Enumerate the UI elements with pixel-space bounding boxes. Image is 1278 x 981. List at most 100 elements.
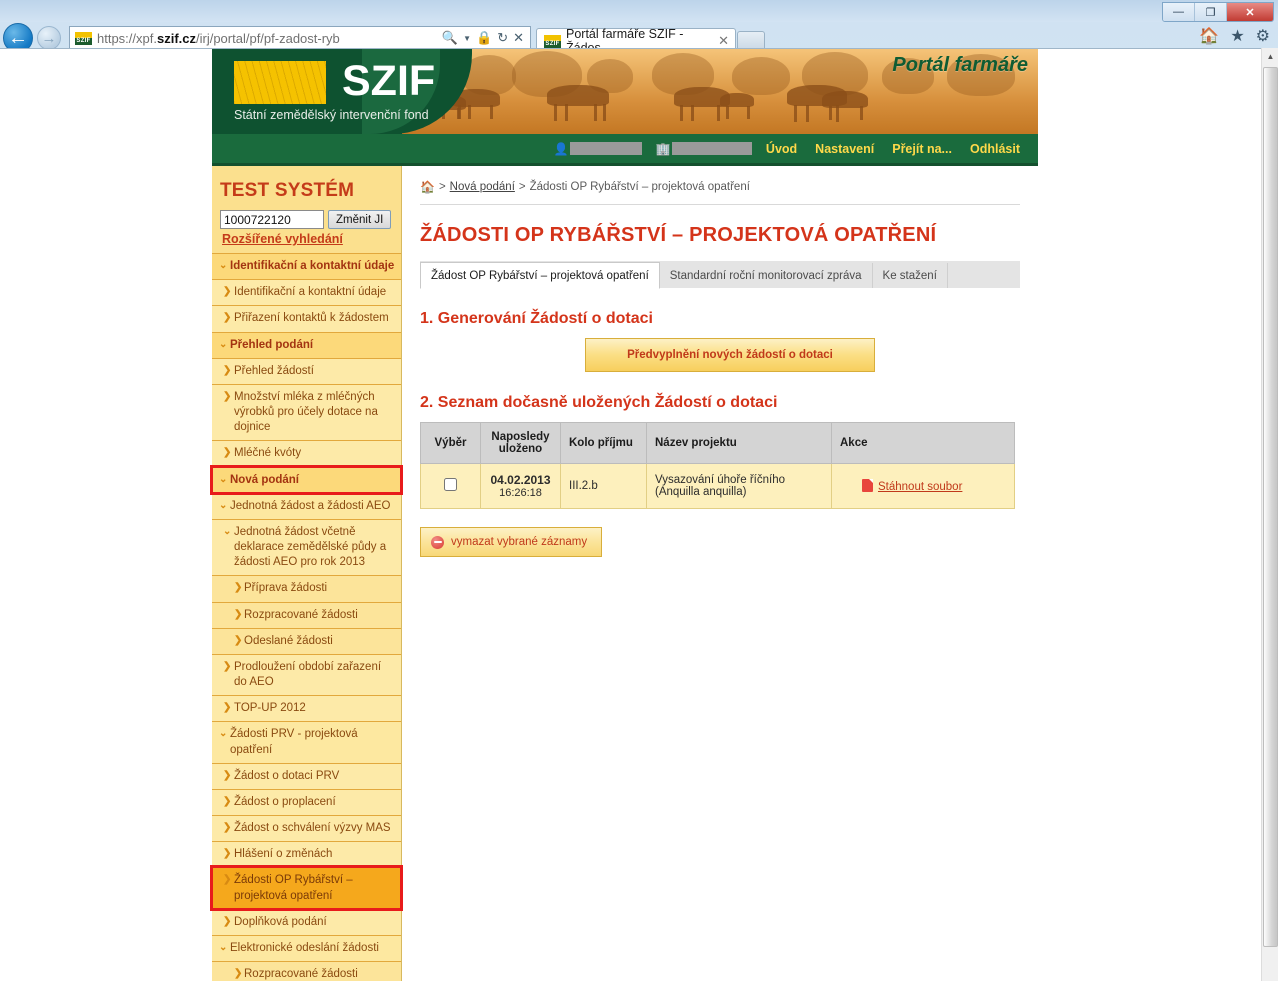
chevron-right-icon: ❯ [223, 312, 232, 324]
chevron-right-icon: ❯ [223, 769, 232, 781]
row-select-checkbox[interactable] [444, 478, 457, 491]
chevron-down-icon: ⌄ [219, 941, 228, 953]
close-button[interactable]: ✕ [1227, 3, 1273, 21]
forward-icon[interactable]: → [37, 26, 61, 50]
advanced-search-link[interactable]: Rozšířené vyhledání [212, 229, 401, 253]
sidebar-item-17[interactable]: ❯ Žádost o proplacení [212, 788, 401, 816]
gear-icon[interactable]: ⚙ [1256, 26, 1270, 46]
saved-applications-table: Výběr Naposledy uloženo Kolo příjmu Náze… [420, 422, 1015, 509]
chevron-right-icon: ❯ [223, 915, 232, 927]
top-navigation-bar: 👤 🏢 Úvod Nastavení Přejít na... Odhlásit [212, 134, 1038, 166]
sidebar-item-0[interactable]: ⌄ Identifikační a kontaktní údaje [212, 253, 401, 280]
sidebar-item-label: Množství mléka z mléčných výrobků pro úč… [234, 390, 378, 434]
sidebar-item-label: Žádost o dotaci PRV [234, 769, 340, 782]
tab-monitorovaci-zprava[interactable]: Standardní roční monitorovací zpráva [659, 263, 873, 288]
address-bar[interactable]: SZIF https://xpf.szif.cz/irj/portal/pf/p… [69, 26, 531, 50]
chevron-right-icon: ❯ [223, 702, 232, 714]
cell-select [420, 463, 481, 509]
browser-command-bar: 🏠 ★ ⚙ [1199, 26, 1270, 46]
browser-window: — ❐ ✕ ← → SZIF https://xpf.szif.cz/irj/p… [0, 0, 1278, 981]
sidebar-item-15[interactable]: ⌄ Žádosti PRV - projektová opatření [212, 721, 401, 763]
delete-selected-button[interactable]: vymazat vybrané záznamy [420, 527, 603, 557]
maximize-button[interactable]: ❐ [1195, 3, 1227, 21]
tab-ke-stazeni[interactable]: Ke stažení [872, 263, 948, 288]
breadcrumb-link-parent[interactable]: Nová podání [450, 181, 515, 193]
ji-input[interactable] [220, 210, 324, 229]
sidebar-item-18[interactable]: ❯ Žádost o schválení výzvy MAS [212, 815, 401, 842]
nav-link-nastaveni[interactable]: Nastavení [815, 142, 874, 156]
sidebar-item-4[interactable]: ❯ Přehled žádostí [212, 357, 401, 384]
sidebar-item-label: Identifikační a kontaktní údaje [234, 286, 387, 299]
sidebar-item-5[interactable]: ❯ Množství mléka z mléčných výrobků pro ú… [212, 383, 401, 441]
chevron-right-icon: ❯ [234, 608, 243, 620]
page-viewport: SZIF Státní zemědělský intervenční fond … [0, 48, 1278, 981]
sidebar-item-9[interactable]: ⌄ Jednotná žádost včetně deklarace zemědě… [212, 518, 401, 576]
search-icon[interactable]: 🔍 [442, 30, 458, 46]
szif-logo[interactable]: SZIF Státní zemědělský intervenční fond [234, 57, 435, 122]
nav-link-uvod[interactable]: Úvod [766, 142, 797, 156]
sidebar-item-21[interactable]: ❯ Doplňková podání [212, 908, 401, 935]
sidebar-item-6[interactable]: ❯ Mléčné kvóty [212, 440, 401, 467]
sun-rays-icon [234, 61, 326, 104]
sidebar-item-13[interactable]: ❯ Prodloužení období zařazení do AEO [212, 653, 401, 696]
section-1-heading: 1. Generování Žádostí o dotaci [420, 310, 653, 327]
scrollbar-thumb[interactable] [1263, 67, 1278, 947]
cell-round: III.2.b [560, 463, 647, 509]
star-icon[interactable]: ★ [1230, 26, 1244, 46]
chevron-right-icon: ❯ [234, 582, 243, 594]
lock-icon[interactable]: 🔒 [476, 30, 492, 46]
sidebar-item-3[interactable]: ⌄ Přehled podání [212, 331, 401, 358]
refresh-icon[interactable]: ↻ [497, 30, 508, 46]
sidebar-item-12[interactable]: ❯ Odeslané žádosti [212, 627, 401, 654]
nav-link-prejit-na[interactable]: Přejít na... [892, 142, 952, 156]
nav-link-odhlasit[interactable]: Odhlásit [970, 142, 1020, 156]
chevron-right-icon: ❯ [223, 447, 232, 459]
minimize-button[interactable]: — [1163, 3, 1195, 21]
sidebar-item-20[interactable]: ❯ Žádosti OP Rybářství – projektová opatř… [210, 865, 403, 911]
sidebar-item-14[interactable]: ❯ TOP-UP 2012 [212, 695, 401, 722]
address-url[interactable]: https://xpf.szif.cz/irj/portal/pf/pf-zad… [97, 31, 442, 46]
download-file-link[interactable]: Stáhnout soubor [878, 481, 962, 493]
sidebar-item-10[interactable]: ❯ Příprava žádosti [212, 575, 401, 602]
tab-zadost-op-rybarstvi[interactable]: Žádost OP Rybářství – projektová opatřen… [420, 262, 660, 289]
chevron-right-icon: ❯ [223, 795, 232, 807]
chevron-right-icon: ❯ [223, 874, 232, 886]
company-name-redacted [671, 142, 752, 155]
breadcrumb-sep-1: > [438, 181, 446, 193]
breadcrumb: 🏠 > Nová podání > Žádosti OP Rybářství –… [420, 180, 1020, 205]
content-tabs: Žádost OP Rybářství – projektová opatřen… [420, 261, 1020, 289]
page-title: ŽÁDOSTI OP RYBÁŘSTVÍ – PROJEKTOVÁ OPATŘE… [420, 224, 937, 246]
home-icon[interactable]: 🏠 [1199, 26, 1219, 46]
sidebar-item-label: Přehled žádostí [234, 364, 314, 377]
page-body: TEST SYSTÉM Změnit JI Rozšířené vyhledán… [210, 166, 1038, 981]
cell-time: 16:26:18 [499, 487, 542, 499]
sidebar-item-16[interactable]: ❯ Žádost o dotaci PRV [212, 762, 401, 789]
address-bar-icons: 🔍 ▼ 🔒 ↻ ✕ [442, 30, 527, 46]
sidebar-item-label: Rozpracované žádosti [244, 608, 358, 621]
sidebar-item-19[interactable]: ❯ Hlášení o změnách [212, 841, 401, 868]
change-ji-button[interactable]: Změnit JI [328, 210, 392, 229]
sidebar-item-1[interactable]: ❯ Identifikační a kontaktní údaje [212, 279, 401, 306]
sidebar-item-7[interactable]: ⌄ Nová podání [210, 464, 403, 495]
page-scrollbar-vertical[interactable]: ▲ [1261, 48, 1278, 981]
sidebar-item-label: Žádosti PRV - projektová opatření [230, 728, 358, 756]
sidebar-item-2[interactable]: ❯ Přiřazení kontaktů k žádostem [212, 305, 401, 332]
chevron-right-icon: ❯ [223, 660, 232, 672]
sidebar-item-23[interactable]: ❯ Rozpracované žádosti [212, 961, 401, 981]
chevron-right-icon: ❯ [223, 364, 232, 376]
sidebar-item-label: Identifikační a kontaktní údaje [230, 260, 395, 272]
sidebar-item-label: Hlášení o změnách [234, 848, 333, 861]
scroll-up-icon[interactable]: ▲ [1262, 48, 1278, 65]
home-icon[interactable]: 🏠 [420, 180, 435, 194]
prefill-new-applications-button[interactable]: Předvyplnění nových žádostí o dotaci [585, 338, 875, 372]
stop-icon[interactable]: ✕ [513, 30, 524, 46]
tab-close-icon[interactable]: ✕ [718, 33, 729, 49]
chevron-right-icon: ❯ [223, 822, 232, 834]
user-name-redacted [569, 142, 642, 155]
table-header-row: Výběr Naposledy uloženo Kolo příjmu Náze… [420, 422, 1015, 464]
chevron-right-icon: ❯ [234, 634, 243, 646]
sidebar-item-8[interactable]: ⌄ Jednotná žádost a žádosti AEO [212, 492, 401, 519]
sidebar-item-11[interactable]: ❯ Rozpracované žádosti [212, 601, 401, 628]
chevron-down-icon[interactable]: ▼ [463, 34, 471, 43]
sidebar-item-22[interactable]: ⌄ Elektronické odeslání žádosti [212, 934, 401, 962]
